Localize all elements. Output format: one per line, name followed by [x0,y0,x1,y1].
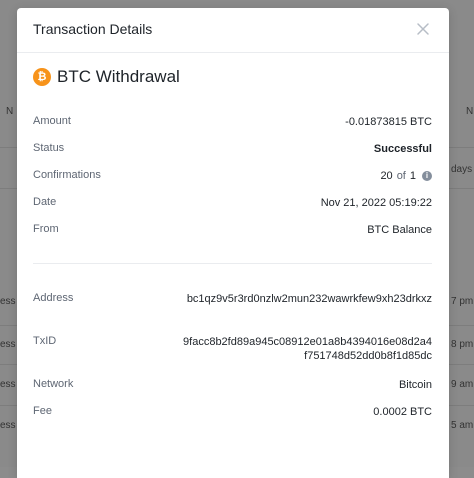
bg-text: days [451,164,473,175]
amount-value: -0.01873815 BTC [345,116,432,128]
txid-value[interactable]: 9facc8b2fd89a945c08912e01a8b4394016e08d2… [182,335,432,363]
bg-text: ess [0,339,16,350]
txid-label: TxID [33,335,57,347]
bitcoin-symbol: ₿ [37,71,47,83]
amount-label: Amount [33,115,71,127]
bg-text: N [6,106,14,117]
transaction-title: BTC Withdrawal [57,67,180,86]
bg-text: 7 pm [451,296,474,307]
confirmations-of: of [396,170,406,182]
from-label: From [33,223,59,235]
transaction-details-modal: Transaction Details ₿ BTC Withdrawal Amo… [17,8,449,478]
transaction-heading: ₿ BTC Withdrawal [33,66,180,88]
bg-text: 8 pm [451,339,474,350]
bitcoin-icon: ₿ [33,68,51,86]
bg-text: ess [0,420,16,431]
from-value: BTC Balance [367,224,432,236]
close-icon [417,23,429,35]
address-label: Address [33,292,74,304]
bg-text: N [466,106,474,117]
network-label: Network [33,378,74,390]
date-label: Date [33,196,57,208]
status-value: Successful [373,143,432,155]
fee-value: 0.0002 BTC [373,406,432,418]
confirmations-label: Confirmations [33,169,101,181]
info-icon[interactable]: i [422,171,432,181]
bg-text: ess [0,379,16,390]
section-divider [33,263,432,264]
bg-text: ess [0,296,16,307]
address-value[interactable]: bc1qz9v5r3rd0nzlw2mun232wawrkfew9xh23drk… [182,292,432,306]
modal-title: Transaction Details [33,21,153,37]
network-value: Bitcoin [398,379,432,391]
modal-header: Transaction Details [17,8,449,53]
date-value: Nov 21, 2022 05:19:22 [320,197,432,209]
bg-text: 9 am [451,379,474,390]
status-label: Status [33,142,65,154]
confirmations-value: 20 of 1 i [380,169,432,183]
confirmations-required: 1 [409,170,416,182]
fee-label: Fee [33,405,52,417]
bg-text: 5 am [451,420,474,431]
close-button[interactable] [415,21,431,37]
confirmations-current: 20 [380,170,393,182]
